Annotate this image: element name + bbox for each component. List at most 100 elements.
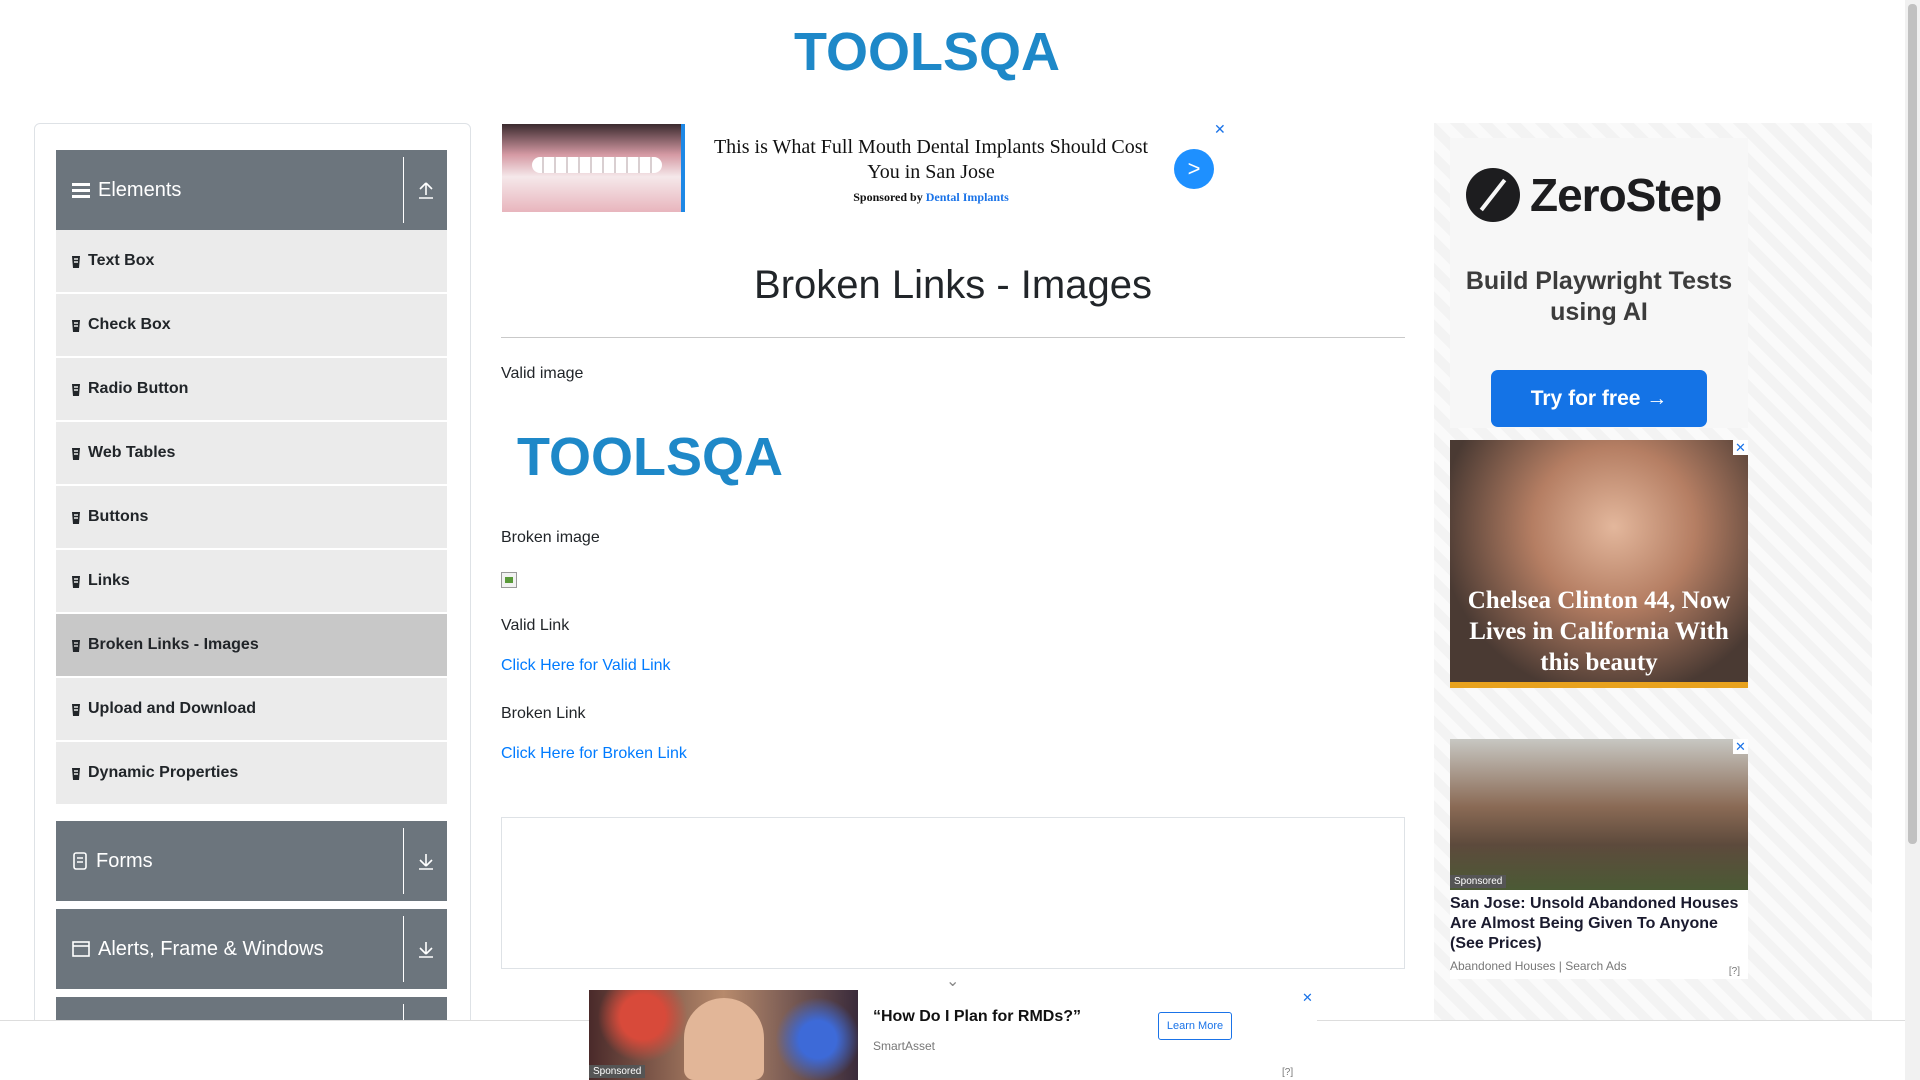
ad-close-icon[interactable]: ✕ [1214,121,1226,138]
group-header-forms[interactable]: Forms [56,821,447,901]
item-icon [70,703,82,717]
zerostep-tagline: Build Playwright Tests using AI [1465,267,1733,326]
sidebar-item-label: Check Box [88,316,171,333]
sidebar-item-label: Radio Button [88,380,189,397]
item-icon [70,767,82,781]
sidebar-item-upload-and-download[interactable]: Upload and Download [56,678,447,741]
item-icon [70,319,82,333]
right-ad-column: ZeroStep Build Playwright Tests using AI… [1434,123,1872,1080]
zerostep-ad[interactable]: ZeroStep Build Playwright Tests using AI… [1450,138,1748,428]
celebrity-ad[interactable]: Chelsea Clinton 44, Now Lives in Califor… [1450,440,1748,688]
toolsqa-logo[interactable]: TOOLSQA [790,12,1120,92]
ad-image [502,124,685,212]
broken-image-label: Broken image [501,529,600,546]
group-header-alerts-frame-windows[interactable]: Alerts, Frame & Windows [56,909,447,989]
zerostep-brand: ZeroStep [1466,168,1722,222]
item-icon [70,255,82,269]
learn-more-button[interactable]: Learn More [1158,1012,1232,1040]
sidebar-item-label: Upload and Download [88,700,256,717]
group-title: Forms [56,850,403,873]
sidebar-item-links[interactable]: Links [56,550,447,613]
adchoices-icon[interactable]: [?] [1282,1067,1293,1078]
group-label-forms: Forms [96,849,153,872]
sidebar-item-label: Broken Links - Images [88,636,259,653]
page-title: Broken Links - Images [754,263,1152,307]
item-icon [70,383,82,397]
empty-ad-slot [501,817,1405,969]
divider [501,337,1405,338]
house-ad[interactable]: Sponsored ✕ San Jose: Unsold Abandoned H… [1450,739,1748,979]
expand-toggle[interactable] [403,828,447,894]
sidebar-item-buttons[interactable]: Buttons [56,486,447,549]
zerostep-name: ZeroStep [1530,169,1722,221]
group-title: Alerts, Frame & Windows [56,938,403,961]
logo-tools-text: TOOLSQA [794,22,1060,82]
bottom-sticky-ad[interactable]: Sponsored “How Do I Plan for RMDs?” Smar… [589,990,1317,1080]
house-ad-headline[interactable]: San Jose: Unsold Abandoned Houses Are Al… [1450,894,1748,954]
sidebar-item-radio-button[interactable]: Radio Button [56,358,447,421]
sidebar-item-text-box[interactable]: Text Box [56,230,447,293]
bottom-ad-headline[interactable]: “How Do I Plan for RMDs?” [873,1008,1081,1026]
group-label-elements: Elements [98,178,182,201]
celebrity-ad-headline: Chelsea Clinton 44, Now Lives in Califor… [1467,587,1731,676]
valid-link-label: Valid Link [501,617,570,634]
ad-sponsor-prefix: Sponsored by [853,190,926,204]
sidebar: Elements Text Box Check Box Radio Button… [34,123,471,1080]
expand-arrow-icon [418,942,433,958]
logo-tools-text: TOOLSQA [517,427,783,487]
sidebar-item-check-box[interactable]: Check Box [56,294,447,357]
top-banner-ad[interactable]: This is What Full Mouth Dental Implants … [501,121,1226,213]
expand-toggle[interactable] [403,916,447,982]
close-icon[interactable]: ✕ [1302,990,1313,1006]
adchoices-icon[interactable]: [?] [1729,966,1740,977]
house-ad-source: Abandoned Houses | Search Ads [1450,959,1627,973]
ad-sponsor: Sponsored by Dental Implants [701,190,1161,205]
close-icon[interactable]: ✕ [1733,739,1748,754]
sponsored-badge: Sponsored [1450,875,1507,888]
valid-link[interactable]: Click Here for Valid Link [501,657,671,675]
broken-image-icon [501,572,517,588]
house-ad-image [1450,739,1748,890]
toolsqa-logo-image: TOOLSQA [794,22,1060,82]
item-icon [70,511,82,525]
collapse-toggle[interactable] [403,157,447,223]
sidebar-item-label: Buttons [88,508,149,525]
chevron-down-icon[interactable]: ⌄ [946,971,959,991]
group-header-elements[interactable]: Elements [56,150,447,230]
expand-arrow-icon [418,854,433,870]
bottom-ad-source: SmartAsset [873,1039,936,1053]
group-label-alerts: Alerts, Frame & Windows [98,937,324,960]
sidebar-item-label: Text Box [88,252,155,269]
form-icon [73,852,87,870]
sidebar-item-label: Dynamic Properties [88,764,239,781]
group-title: Elements [56,179,403,202]
sidebar-item-web-tables[interactable]: Web Tables [56,422,447,485]
scrollbar-thumb[interactable] [1908,4,1917,844]
ad-arrow-button[interactable]: > [1174,149,1214,189]
zerostep-logo-icon [1466,168,1520,222]
bottom-ad-image-face [684,998,764,1080]
broken-link[interactable]: Click Here for Broken Link [501,745,687,763]
sidebar-item-label: Web Tables [88,444,176,461]
sidebar-item-label: Links [88,572,130,589]
valid-image-label: Valid image [501,365,584,382]
item-icon [70,447,82,461]
item-icon [70,575,82,589]
toolsqa-logo-image: TOOLSQA [517,427,783,487]
sidebar-item-dynamic-properties[interactable]: Dynamic Properties [56,742,447,805]
window-icon [72,941,90,957]
ad-headline[interactable]: This is What Full Mouth Dental Implants … [701,135,1161,185]
sponsored-badge: Sponsored [589,1065,646,1078]
site-header: TOOLSQA [0,0,1905,100]
item-icon [70,639,82,653]
celebrity-ad-bar [1450,682,1748,688]
ad-sponsor-link[interactable]: Dental Implants [926,190,1009,204]
close-icon[interactable]: ✕ [1733,440,1748,455]
valid-image: TOOLSQA [513,417,843,497]
sidebar-item-broken-links-images[interactable]: Broken Links - Images [56,614,447,677]
page-scrollbar[interactable] [1905,0,1920,1080]
ad-image-detail [532,157,662,173]
hamburger-icon [72,183,90,198]
zerostep-cta-button[interactable]: Try for free → [1491,370,1707,427]
collapse-arrow-icon [418,182,433,199]
